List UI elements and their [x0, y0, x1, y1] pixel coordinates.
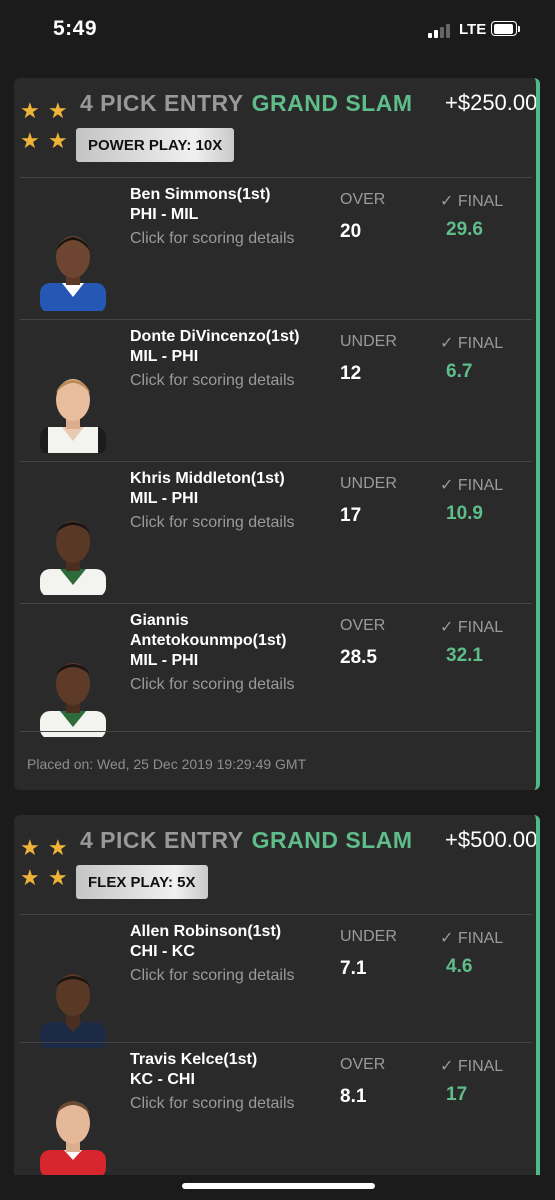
entry-type: GRAND SLAM [251, 827, 413, 853]
player-avatar [34, 649, 112, 737]
entry-size: 4 PICK ENTRY [80, 827, 244, 853]
matchup: MIL - PHI [130, 490, 199, 507]
entry-title: 4 PICK ENTRY GRAND SLAM [80, 827, 413, 854]
pick-line: 28.5 [340, 647, 377, 668]
entry-card[interactable]: ★ ★ ★ ★ 4 PICK ENTRY GRAND SLAM +$500.00 … [14, 815, 540, 1175]
entry-payout: +$250.00 [445, 90, 538, 115]
final-status: ✓ FINAL [440, 619, 504, 636]
pick-line: 17 [340, 505, 362, 526]
placed-on-timestamp: Placed on: Wed, 25 Dec 2019 19:29:49 GMT [27, 756, 307, 772]
scoring-details-link[interactable]: Click for scoring details [130, 675, 295, 695]
entry-card[interactable]: ★ ★ ★ ★ 4 PICK ENTRY GRAND SLAM +$250.00 … [14, 78, 540, 790]
play-type-badge: FLEX PLAY: 5X [76, 865, 208, 899]
pick-line: 20 [340, 221, 362, 242]
pick-line: 7.1 [340, 958, 367, 979]
battery-icon [491, 21, 521, 38]
star-icon: ★ [20, 835, 40, 860]
scoring-details-link[interactable]: Click for scoring details [130, 229, 295, 249]
entry-title: 4 PICK ENTRY GRAND SLAM [80, 90, 413, 117]
pick-line: 8.1 [340, 1086, 367, 1107]
final-value: 29.6 [446, 219, 483, 240]
star-icon: ★ [20, 128, 40, 153]
final-value: 10.9 [446, 503, 483, 524]
final-status: ✓ FINAL [440, 193, 504, 210]
cellular-signal-icon [428, 24, 454, 38]
scoring-details-link[interactable]: Click for scoring details [130, 371, 295, 391]
star-icon: ★ [48, 835, 68, 860]
pick-row[interactable]: Travis Kelce(1st) KC - CHI Click for sco… [14, 1042, 535, 1175]
pick-line: 12 [340, 363, 362, 384]
matchup: MIL - PHI [130, 652, 199, 669]
entry-payout: +$500.00 [445, 827, 538, 852]
home-indicator[interactable] [182, 1183, 375, 1189]
final-status: ✓ FINAL [440, 335, 504, 352]
scoring-details-link[interactable]: Click for scoring details [130, 513, 295, 533]
player-avatar [34, 223, 112, 311]
star-icon: ★ [48, 98, 68, 123]
pick-row[interactable]: Allen Robinson(1st) CHI - KC Click for s… [14, 914, 535, 1056]
player-avatar [34, 365, 112, 453]
divider [20, 1042, 532, 1043]
final-status: ✓ FINAL [440, 930, 504, 947]
pick-row[interactable]: Giannis Antetokounmpo(1st) MIL - PHI Cli… [14, 603, 535, 745]
scoring-details-link[interactable]: Click for scoring details [130, 1094, 295, 1114]
pick-row[interactable]: Donte DiVincenzo(1st) MIL - PHI Click fo… [14, 319, 535, 461]
entry-size: 4 PICK ENTRY [80, 90, 244, 116]
matchup: CHI - KC [130, 943, 195, 960]
pick-direction: OVER [340, 191, 386, 208]
divider [20, 177, 532, 178]
player-name: Khris Middleton(1st) [130, 470, 285, 487]
rating-stars: ★ ★ ★ ★ [20, 837, 70, 891]
pick-direction: UNDER [340, 333, 397, 350]
pick-direction: OVER [340, 1056, 386, 1073]
rating-stars: ★ ★ ★ ★ [20, 100, 70, 154]
final-status: ✓ FINAL [440, 477, 504, 494]
star-icon: ★ [48, 128, 68, 153]
star-icon: ★ [48, 865, 68, 890]
status-time: 5:49 [53, 17, 98, 40]
star-icon: ★ [20, 98, 40, 123]
player-name: Donte DiVincenzo(1st) [130, 328, 300, 345]
player-name: Giannis Antetokounmpo(1st) [130, 612, 287, 649]
player-name: Travis Kelce(1st) [130, 1051, 258, 1068]
divider [20, 319, 532, 320]
pick-direction: OVER [340, 617, 386, 634]
pick-row[interactable]: Khris Middleton(1st) MIL - PHI Click for… [14, 461, 535, 603]
final-status: ✓ FINAL [440, 1058, 504, 1075]
matchup: MIL - PHI [130, 348, 199, 365]
final-value: 6.7 [446, 361, 473, 382]
final-value: 17 [446, 1084, 468, 1105]
matchup: KC - CHI [130, 1071, 195, 1088]
player-avatar [34, 507, 112, 595]
pick-direction: UNDER [340, 928, 397, 945]
pick-row[interactable]: Ben Simmons(1st) PHI - MIL Click for sco… [14, 177, 535, 319]
final-value: 4.6 [446, 956, 473, 977]
pick-direction: UNDER [340, 475, 397, 492]
matchup: PHI - MIL [130, 206, 199, 223]
player-name: Ben Simmons(1st) [130, 186, 271, 203]
entry-type: GRAND SLAM [251, 90, 413, 116]
network-label: LTE [459, 21, 487, 38]
player-avatar [34, 960, 112, 1048]
divider [20, 914, 532, 915]
scoring-details-link[interactable]: Click for scoring details [130, 966, 295, 986]
play-type-badge: POWER PLAY: 10X [76, 128, 235, 162]
divider [20, 731, 532, 732]
divider [20, 461, 532, 462]
player-avatar [34, 1088, 112, 1175]
star-icon: ★ [20, 865, 40, 890]
divider [20, 603, 532, 604]
status-bar: 5:49 LTE [0, 0, 555, 62]
player-name: Allen Robinson(1st) [130, 923, 282, 940]
final-value: 32.1 [446, 645, 483, 666]
